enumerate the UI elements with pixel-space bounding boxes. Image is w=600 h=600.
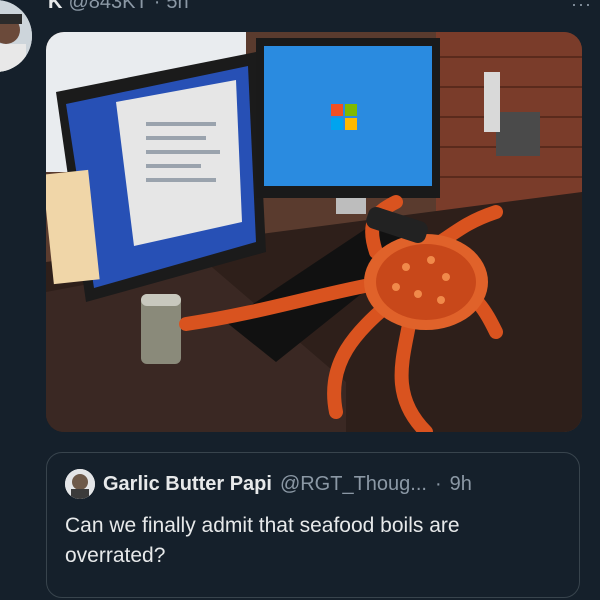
tweet-header: K @843KT · 5h — [48, 0, 189, 16]
tweet-time[interactable]: 5h — [166, 0, 188, 14]
quoted-tweet-header: Garlic Butter Papi @RGT_Thoug... · 9h — [65, 469, 561, 499]
quoted-author-name[interactable]: Garlic Butter Papi — [103, 473, 272, 496]
quoted-tweet-text: Can we finally admit that seafood boils … — [65, 514, 460, 567]
author-handle[interactable]: @843KT — [68, 0, 147, 14]
quoted-avatar-image — [65, 469, 95, 499]
quoted-tweet-time[interactable]: 9h — [450, 473, 472, 496]
quoted-tweet[interactable]: Garlic Butter Papi @RGT_Thoug... · 9h Ca… — [46, 452, 580, 598]
author-name[interactable]: K — [48, 0, 62, 14]
author-avatar[interactable] — [0, 0, 32, 72]
quoted-author-avatar[interactable] — [65, 469, 95, 499]
header-separator: · — [153, 0, 161, 13]
quoted-header-separator: · — [434, 472, 442, 495]
more-options-icon[interactable]: ··· — [571, 0, 592, 15]
quoted-author-handle[interactable]: @RGT_Thoug... — [280, 473, 427, 496]
photo-illustration — [46, 32, 582, 432]
tweet-photo[interactable] — [46, 32, 582, 432]
avatar-image — [0, 0, 32, 72]
